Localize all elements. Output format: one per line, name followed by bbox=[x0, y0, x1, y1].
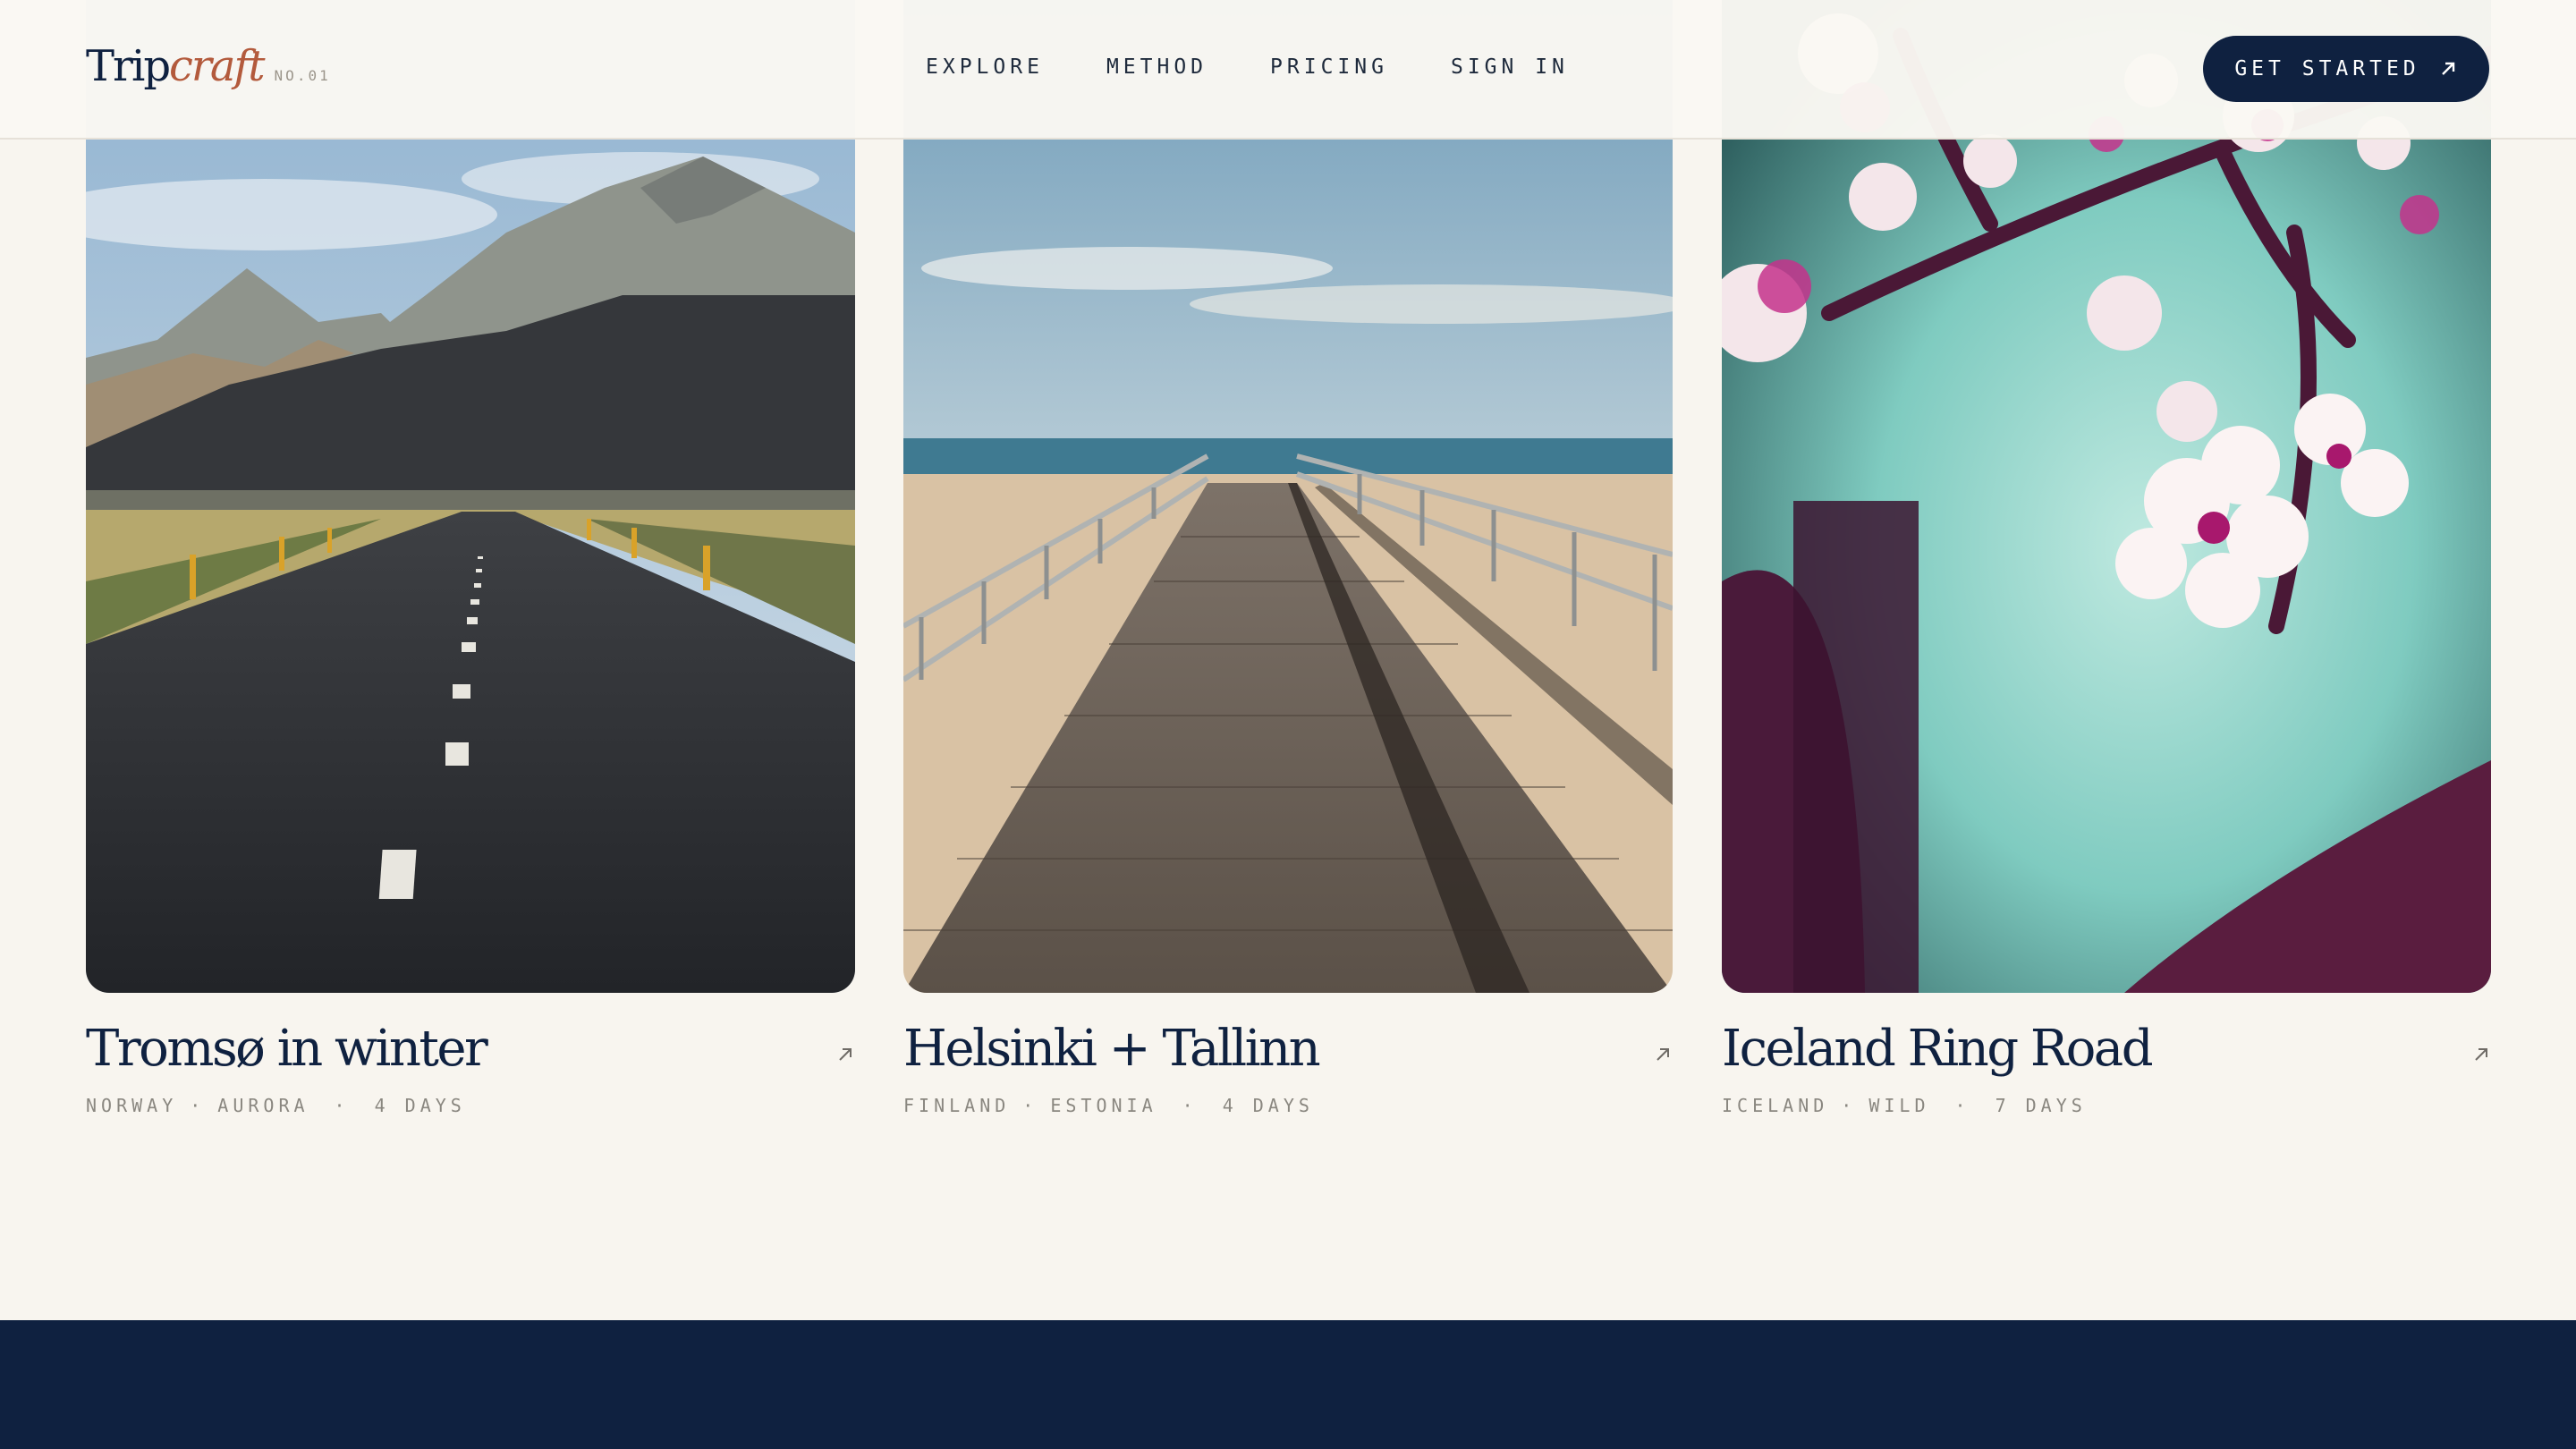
get-started-label: GET STARTED bbox=[2234, 57, 2420, 80]
nav-method[interactable]: METHOD bbox=[1106, 55, 1208, 79]
card-duration: 7 DAYS bbox=[1995, 1095, 2087, 1116]
main-nav: EXPLORE METHOD PRICING SIGN IN bbox=[926, 55, 1631, 79]
card-tag-theme: WILD bbox=[1868, 1095, 1930, 1116]
card-tag-theme: AURORA bbox=[217, 1095, 309, 1116]
card-image-mountain-road[interactable] bbox=[86, 0, 855, 993]
arrow-up-right-icon bbox=[2441, 62, 2454, 75]
arrow-up-right-icon[interactable] bbox=[835, 1045, 855, 1064]
issue-number: NO.01 bbox=[274, 67, 331, 84]
nav-sign-in[interactable]: SIGN IN bbox=[1451, 55, 1569, 79]
arrow-up-right-icon[interactable] bbox=[1653, 1045, 1673, 1064]
card-image-boardwalk[interactable] bbox=[903, 0, 1673, 993]
footer-section bbox=[0, 1320, 2576, 1449]
card-tag-country: ICELAND bbox=[1722, 1095, 1829, 1116]
get-started-button[interactable]: GET STARTED bbox=[2203, 36, 2489, 102]
logo-text-trip: Trip bbox=[86, 41, 171, 91]
card-tag-country: FINLAND bbox=[903, 1095, 1011, 1116]
card-title[interactable]: Helsinki + Tallinn bbox=[903, 1020, 1321, 1078]
mountain-road-photo bbox=[86, 0, 855, 993]
arrow-up-right-icon[interactable] bbox=[2471, 1045, 2491, 1064]
site-header: Trip craft NO.01 EXPLORE METHOD PRICING … bbox=[0, 0, 2576, 140]
cherry-blossom-photo bbox=[1722, 0, 2491, 993]
card-title[interactable]: Tromsø in winter bbox=[86, 1020, 488, 1078]
boardwalk-beach-photo bbox=[903, 0, 1673, 993]
card-meta: FINLAND · ESTONIA · 4 DAYS bbox=[903, 1095, 1314, 1116]
card-duration: 4 DAYS bbox=[374, 1095, 466, 1116]
card-tag-country-2: ESTONIA bbox=[1050, 1095, 1157, 1116]
nav-pricing[interactable]: PRICING bbox=[1270, 55, 1388, 79]
card-image-blossom[interactable] bbox=[1722, 0, 2491, 993]
card-duration: 4 DAYS bbox=[1222, 1095, 1314, 1116]
card-title[interactable]: Iceland Ring Road bbox=[1722, 1020, 2154, 1078]
brand-logo[interactable]: Trip craft NO.01 bbox=[86, 41, 331, 91]
card-meta: NORWAY · AURORA · 4 DAYS bbox=[86, 1095, 466, 1116]
nav-explore[interactable]: EXPLORE bbox=[926, 55, 1044, 79]
logo-text-craft: craft bbox=[169, 41, 265, 91]
card-tag-country: NORWAY bbox=[86, 1095, 178, 1116]
card-meta: ICELAND · WILD · 7 DAYS bbox=[1722, 1095, 2087, 1116]
